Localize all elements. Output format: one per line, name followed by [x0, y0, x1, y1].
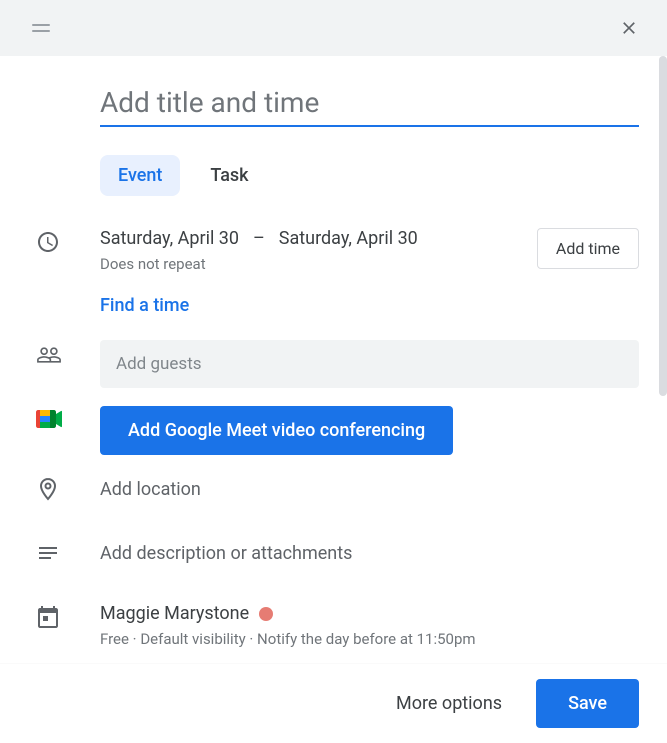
- save-button[interactable]: Save: [536, 679, 639, 728]
- clock-icon: [36, 230, 60, 254]
- calendar-user-name: Maggie Marystone: [100, 603, 249, 624]
- dialog-content: Event Task Saturday, April 30 – Saturday…: [0, 56, 667, 663]
- tabs: Event Task: [100, 155, 639, 196]
- title-input[interactable]: [100, 80, 639, 127]
- dialog-footer: More options Save: [0, 663, 667, 743]
- drag-handle-icon[interactable]: [32, 24, 50, 32]
- tab-event[interactable]: Event: [100, 155, 180, 196]
- close-button[interactable]: [611, 10, 647, 46]
- date-range[interactable]: Saturday, April 30 – Saturday, April 30 …: [100, 228, 418, 273]
- end-date: Saturday, April 30: [279, 228, 418, 249]
- dialog-header: [0, 0, 667, 56]
- guests-input[interactable]: [116, 354, 623, 374]
- people-icon: [36, 342, 62, 368]
- more-options-button[interactable]: More options: [382, 683, 516, 724]
- start-date: Saturday, April 30: [100, 228, 239, 249]
- description-icon: [36, 541, 60, 565]
- add-location[interactable]: Add location: [100, 475, 639, 500]
- calendar-icon: [36, 605, 60, 629]
- close-icon: [619, 18, 639, 38]
- date-separator: –: [253, 228, 265, 249]
- add-time-button[interactable]: Add time: [537, 228, 639, 269]
- find-a-time-link[interactable]: Find a time: [100, 295, 639, 316]
- calendar-meta[interactable]: Free · Default visibility · Notify the d…: [100, 630, 639, 648]
- google-meet-icon: [36, 408, 62, 430]
- calendar-owner[interactable]: Maggie Marystone: [100, 603, 639, 624]
- add-meet-button[interactable]: Add Google Meet video conferencing: [100, 406, 453, 455]
- tab-task[interactable]: Task: [192, 155, 266, 196]
- location-icon: [36, 477, 60, 501]
- repeat-text[interactable]: Does not repeat: [100, 255, 418, 273]
- guests-input-container[interactable]: [100, 340, 639, 388]
- add-description[interactable]: Add description or attachments: [100, 539, 639, 564]
- calendar-color-dot: [259, 607, 273, 621]
